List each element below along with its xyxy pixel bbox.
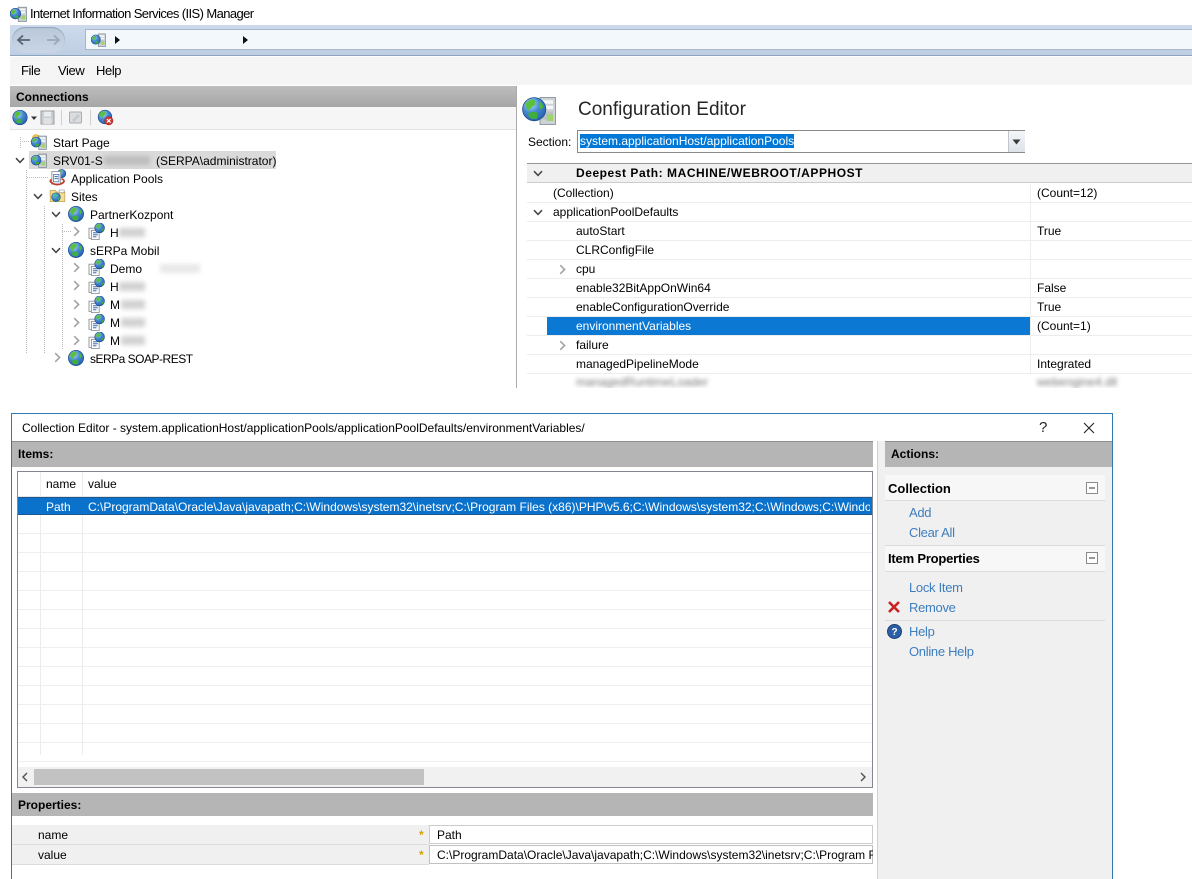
svg-text:?: ?: [891, 627, 897, 638]
